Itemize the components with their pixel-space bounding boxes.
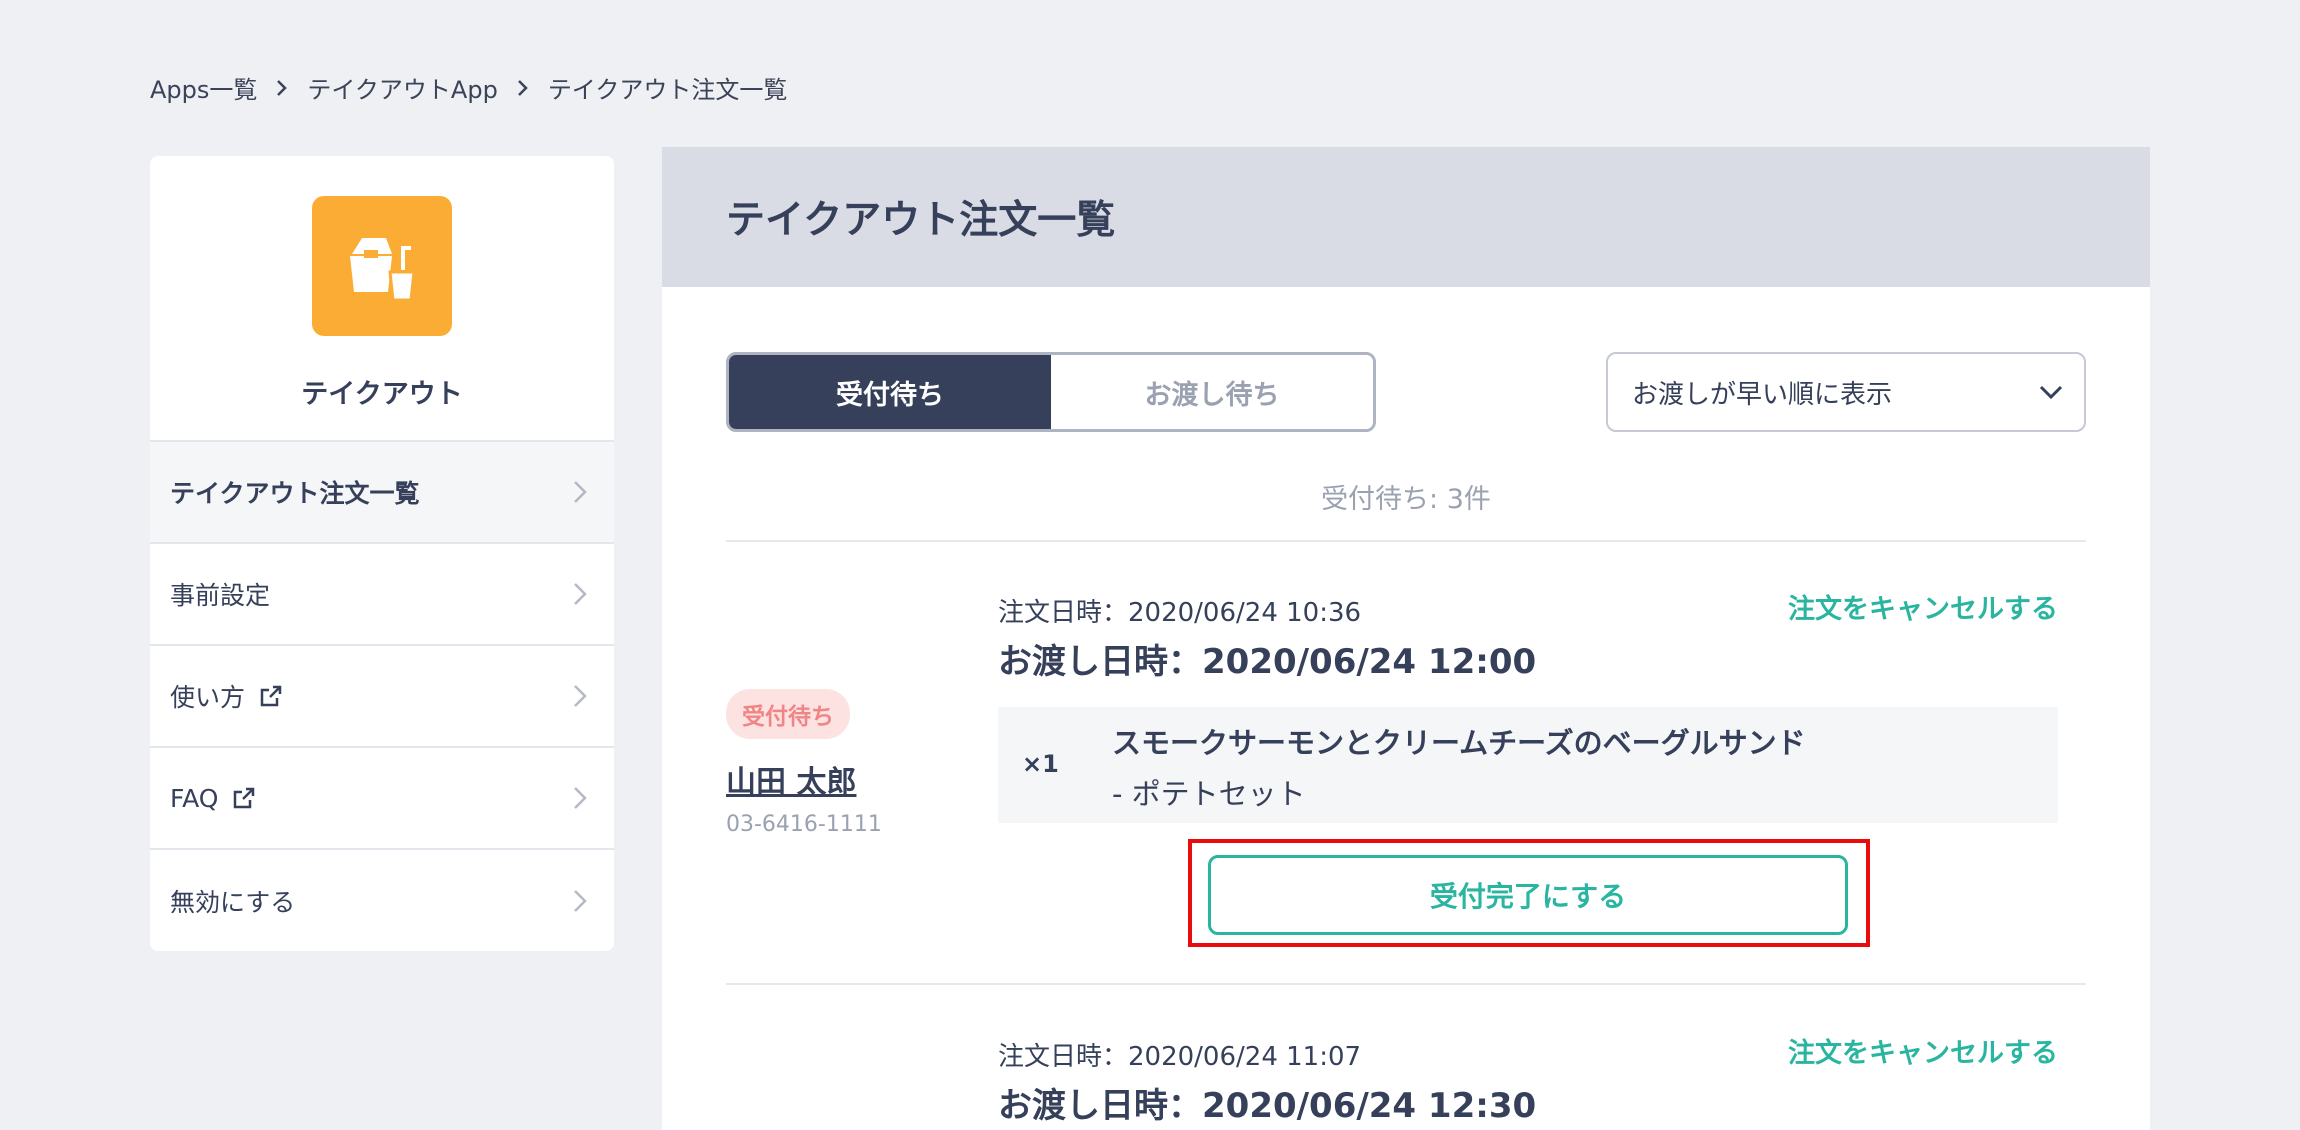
sidebar-item-label: 事前設定: [170, 581, 271, 610]
main-panel: テイクアウト注文一覧 受付待ち お渡し待ち お渡しが早い順に表示 受付待ち: 3…: [662, 147, 2150, 1130]
sidebar-item-disable[interactable]: 無効にする: [150, 850, 614, 951]
sidebar-item-label: FAQ: [170, 783, 219, 813]
breadcrumb-takeout-app[interactable]: テイクアウトApp: [307, 70, 497, 105]
app-name: テイクアウト: [301, 379, 463, 410]
app-header: テイクアウト: [150, 156, 614, 442]
sidebar-item-order-list[interactable]: テイクアウト注文一覧: [150, 442, 614, 544]
external-link-icon: [259, 684, 283, 708]
external-link-icon: [232, 786, 256, 810]
customer-name[interactable]: 山田 太郎: [726, 757, 856, 801]
delivery-datetime: お渡し日時：2020/06/24 12:00: [998, 642, 1537, 682]
order-item: ×1 スモークサーモンとクリームチーズのベーグルサンド - ポテトセット: [998, 707, 2058, 823]
sort-select[interactable]: お渡しが早い順に表示: [1606, 352, 2086, 432]
sidebar-item-usage[interactable]: 使い方: [150, 646, 614, 748]
cancel-order-link[interactable]: 注文をキャンセルする: [1788, 1031, 2058, 1070]
chevron-right-icon: [572, 479, 588, 505]
sidebar-item-label: 無効にする: [170, 888, 296, 917]
divider: [726, 540, 2086, 542]
order-datetime: 注文日時：2020/06/24 11:07: [998, 1042, 1362, 1072]
tab-pending-handover[interactable]: お渡し待ち: [1051, 355, 1373, 429]
page-title: テイクアウト注文一覧: [726, 198, 1116, 243]
breadcrumb-current: テイクアウト注文一覧: [547, 76, 788, 104]
sidebar-item-settings[interactable]: 事前設定: [150, 544, 614, 646]
chevron-right-icon: [498, 78, 548, 98]
status-tabs: 受付待ち お渡し待ち: [726, 352, 1376, 432]
order-datetime: 注文日時：2020/06/24 10:36: [998, 598, 1362, 628]
chevron-right-icon: [572, 581, 588, 607]
delivery-datetime: お渡し日時：2020/06/24 12:30: [998, 1086, 1537, 1126]
breadcrumb: Apps一覧 テイクアウトApp テイクアウト注文一覧: [150, 70, 787, 105]
cancel-order-link[interactable]: 注文をキャンセルする: [1788, 587, 2058, 626]
page-header: テイクアウト注文一覧: [662, 147, 2150, 287]
order-count: 受付待ち: 3件: [1321, 484, 1491, 515]
customer-phone: 03-6416-1111: [726, 812, 882, 837]
chevron-right-icon: [572, 785, 588, 811]
item-quantity: ×1: [1022, 750, 1059, 778]
breadcrumb-apps[interactable]: Apps一覧: [150, 70, 257, 105]
sidebar: テイクアウト テイクアウト注文一覧 事前設定 使い方 FAQ 無効にする: [150, 156, 614, 951]
takeout-bag-cup-icon: [312, 196, 452, 336]
divider: [726, 983, 2086, 985]
sidebar-item-label: 使い方: [170, 683, 246, 712]
chevron-right-icon: [572, 683, 588, 709]
item-option: - ポテトセット: [1112, 777, 1306, 811]
chevron-down-icon: [2038, 384, 2064, 400]
sidebar-item-label: テイクアウト注文一覧: [170, 479, 420, 508]
item-name: スモークサーモンとクリームチーズのベーグルサンド: [1112, 726, 1806, 760]
tab-pending-acceptance[interactable]: 受付待ち: [729, 355, 1051, 429]
status-badge: 受付待ち: [726, 689, 850, 739]
sort-select-value: お渡しが早い順に表示: [1632, 379, 1893, 410]
sidebar-item-faq[interactable]: FAQ: [150, 748, 614, 850]
chevron-right-icon: [572, 888, 588, 914]
chevron-right-icon: [257, 78, 307, 98]
accept-order-button[interactable]: 受付完了にする: [1208, 855, 1848, 935]
